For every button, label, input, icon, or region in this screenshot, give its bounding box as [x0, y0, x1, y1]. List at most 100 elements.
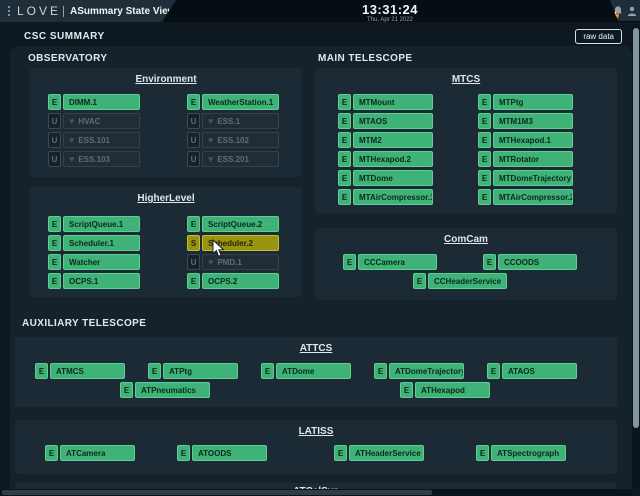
- csc-state-badge: E: [478, 189, 491, 205]
- csc-ESS.201[interactable]: U♥ESS.201: [187, 151, 279, 167]
- csc-ATDome[interactable]: EATDome: [261, 363, 351, 379]
- csc-ATSpectrograph[interactable]: EATSpectrograph: [476, 445, 566, 461]
- csc-name: ESS.103: [78, 155, 110, 164]
- csc-ESS.1[interactable]: U♥ESS.1: [187, 113, 279, 129]
- csc-MTPtg[interactable]: EMTPtg: [478, 94, 573, 110]
- raw-data-button[interactable]: raw data: [575, 29, 622, 44]
- csc-MTM2[interactable]: EMTM2: [338, 132, 433, 148]
- csc-ESS.101[interactable]: U♥ESS.101: [48, 132, 140, 148]
- csc-label: CCHeaderService: [428, 273, 507, 289]
- csc-name: ATOODS: [198, 449, 231, 458]
- csc-ScriptQueue.2[interactable]: EScriptQueue.2: [187, 216, 279, 232]
- horizontal-scrollbar-thumb[interactable]: [2, 490, 432, 495]
- csc-row: EATCamera EATOODS EATHeaderService EATSpect…: [45, 445, 566, 461]
- csc-HVAC[interactable]: U♥HVAC: [48, 113, 140, 129]
- csc-state-badge: E: [120, 382, 133, 398]
- csc-name: MTAirCompressor.1: [359, 193, 433, 202]
- csc-MTAirCompressor.1[interactable]: E MTAirCompressor.1: [338, 189, 433, 205]
- csc-ATPtg[interactable]: EATPtg: [148, 363, 238, 379]
- csc-MTDome[interactable]: EMTDome: [338, 170, 433, 186]
- csc-ATHeaderService[interactable]: EATHeaderService: [334, 445, 424, 461]
- csc-OCPS.2[interactable]: EOCPS.2: [187, 273, 279, 289]
- csc-ATPneumatics[interactable]: E ATPneumatics: [120, 382, 210, 398]
- csc-PMD.1[interactable]: U♥PMD.1: [187, 254, 279, 270]
- csc-state-badge: U: [48, 113, 61, 129]
- csc-name: ATPtg: [169, 367, 192, 376]
- csc-state-badge: E: [261, 363, 274, 379]
- csc-ESS.102[interactable]: U♥ESS.102: [187, 132, 279, 148]
- csc-ScriptQueue.1[interactable]: EScriptQueue.1: [48, 216, 140, 232]
- csc-label: ATHeaderService: [349, 445, 424, 461]
- csc-MTAirCompressor.2[interactable]: EMTAirCompressor.2: [478, 189, 573, 205]
- csc-state-badge: E: [48, 216, 61, 232]
- csc-name: ATPneumatics: [141, 386, 196, 395]
- csc-MTHexapod.2[interactable]: EMTHexapod.2: [338, 151, 433, 167]
- csc-MTM1M3[interactable]: EMTM1M3: [478, 113, 573, 129]
- csc-name: CCCamera: [364, 258, 405, 267]
- group-comcam: ComCam ECCCameraECCOODS ECCHeaderService: [315, 228, 617, 300]
- csc-name: Scheduler.1: [69, 239, 114, 248]
- csc-ATAOS[interactable]: EATAOS: [487, 363, 577, 379]
- csc-column: EMTMountEMTAOSEMTM2EMTHexapod.2EMTDomeEM…: [338, 94, 433, 205]
- logo-divider: [63, 6, 64, 17]
- csc-ATOODS[interactable]: EATOODS: [177, 445, 267, 461]
- csc-column: EScriptQueue.1EScheduler.1EWatcherEOCPS.…: [48, 216, 140, 289]
- menu-dots-icon[interactable]: [8, 6, 10, 16]
- csc-DIMM.1[interactable]: EDIMM.1: [48, 94, 140, 110]
- csc-Scheduler.2[interactable]: SScheduler.2: [187, 235, 279, 251]
- csc-state-badge: U: [48, 132, 61, 148]
- csc-name: Watcher: [69, 258, 100, 267]
- csc-name: HVAC: [78, 117, 100, 126]
- csc-ATMCS[interactable]: EATMCS: [35, 363, 125, 379]
- csc-name: WeatherStation.1: [208, 98, 273, 107]
- csc-MTAOS[interactable]: EMTAOS: [338, 113, 433, 129]
- csc-CCOODS[interactable]: ECCOODS: [483, 254, 577, 270]
- csc-OCPS.1[interactable]: EOCPS.1: [48, 273, 140, 289]
- user-icon[interactable]: [627, 6, 637, 16]
- csc-MTRotator[interactable]: EMTRotator: [478, 151, 573, 167]
- csc-CCCamera[interactable]: ECCCamera: [343, 254, 437, 270]
- csc-CCHeaderService[interactable]: ECCHeaderService: [413, 273, 507, 289]
- notification-count-badge: 1: [612, 12, 619, 19]
- csc-name: MTHexapod.2: [359, 155, 411, 164]
- csc-MTMount[interactable]: E MTMount: [338, 94, 433, 110]
- csc-label: MTM2: [353, 132, 433, 148]
- vertical-scrollbar-thumb[interactable]: [633, 28, 639, 428]
- csc-ATCamera[interactable]: EATCamera: [45, 445, 135, 461]
- csc-state-badge: E: [48, 235, 61, 251]
- csc-ATHexapod[interactable]: EATHexapod: [400, 382, 490, 398]
- csc-MTHexapod.1[interactable]: EMTHexapod.1: [478, 132, 573, 148]
- csc-name: MTMount: [359, 98, 395, 107]
- csc-MTDomeTrajectory[interactable]: EMTDomeTrajectory: [478, 170, 573, 186]
- csc-state-badge: U: [187, 151, 200, 167]
- csc-label: ♥PMD.1: [202, 254, 279, 270]
- csc-state-badge: E: [187, 273, 200, 289]
- csc-label: ScriptQueue.2: [202, 216, 279, 232]
- csc-state-badge: E: [338, 94, 351, 110]
- csc-state-badge: S: [187, 235, 200, 251]
- csc-label: MTHexapod.2: [353, 151, 433, 167]
- csc-Scheduler.1[interactable]: E Scheduler.1: [48, 235, 140, 251]
- notifications-bell-icon[interactable]: 1: [613, 6, 623, 16]
- csc-ESS.103[interactable]: U♥ESS.103: [48, 151, 140, 167]
- csc-state-badge: E: [374, 363, 387, 379]
- csc-name: MTM2: [359, 136, 382, 145]
- csc-label: OCPS.1: [63, 273, 140, 289]
- csc-state-badge: E: [338, 189, 351, 205]
- csc-label: ATMCS: [50, 363, 125, 379]
- vertical-scrollbar-track[interactable]: [632, 24, 640, 489]
- csc-label: CCCamera: [358, 254, 437, 270]
- csc-state-badge: E: [487, 363, 500, 379]
- clock-time: 13:31:24: [340, 2, 440, 17]
- csc-ATDomeTrajectory[interactable]: EATDomeTrajectory: [374, 363, 464, 379]
- horizontal-scrollbar-track[interactable]: [0, 489, 632, 496]
- csc-state-badge: U: [187, 254, 200, 270]
- group-title-mtcs: MTCS: [315, 74, 617, 85]
- csc-label: MTPtg: [493, 94, 573, 110]
- csc-Watcher[interactable]: EWatcher: [48, 254, 140, 270]
- csc-label: MTM1M3: [493, 113, 573, 129]
- group-mtcs: MTCS EMTMountEMTAOSEMTM2EMTHexapod.2EMTD…: [315, 68, 617, 214]
- csc-name: MTDome: [359, 174, 393, 183]
- csc-WeatherStation.1[interactable]: EWeatherStation.1: [187, 94, 279, 110]
- heartbeat-lost-icon: ♥: [208, 155, 213, 164]
